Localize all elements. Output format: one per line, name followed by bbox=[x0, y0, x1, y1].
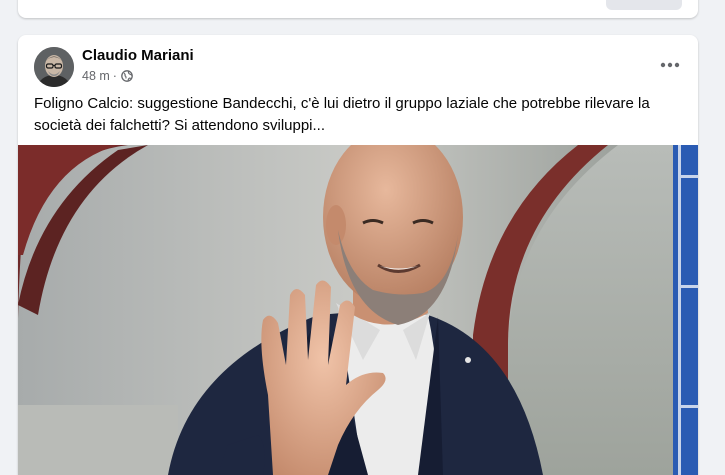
post-text: Foligno Calcio: suggestione Bandecchi, c… bbox=[34, 95, 650, 134]
post-meta: 48 m · bbox=[82, 69, 133, 83]
avatar[interactable] bbox=[34, 47, 74, 87]
post-time[interactable]: 48 m bbox=[82, 69, 110, 83]
post-photo[interactable] bbox=[18, 145, 698, 475]
avatar-image bbox=[34, 47, 74, 87]
post-photo-image bbox=[18, 145, 698, 475]
more-options-icon bbox=[660, 62, 680, 68]
news-feed: Claudio Mariani 48 m · Foligno Calcio: s… bbox=[0, 0, 725, 475]
previous-post-action-button[interactable] bbox=[606, 0, 682, 10]
meta-separator: · bbox=[112, 69, 117, 83]
more-options-button[interactable] bbox=[654, 49, 686, 81]
post-card: Claudio Mariani 48 m · Foligno Calcio: s… bbox=[18, 35, 698, 475]
globe-icon[interactable] bbox=[121, 70, 133, 82]
previous-post-card bbox=[18, 0, 698, 18]
author-name[interactable]: Claudio Mariani bbox=[82, 47, 194, 64]
